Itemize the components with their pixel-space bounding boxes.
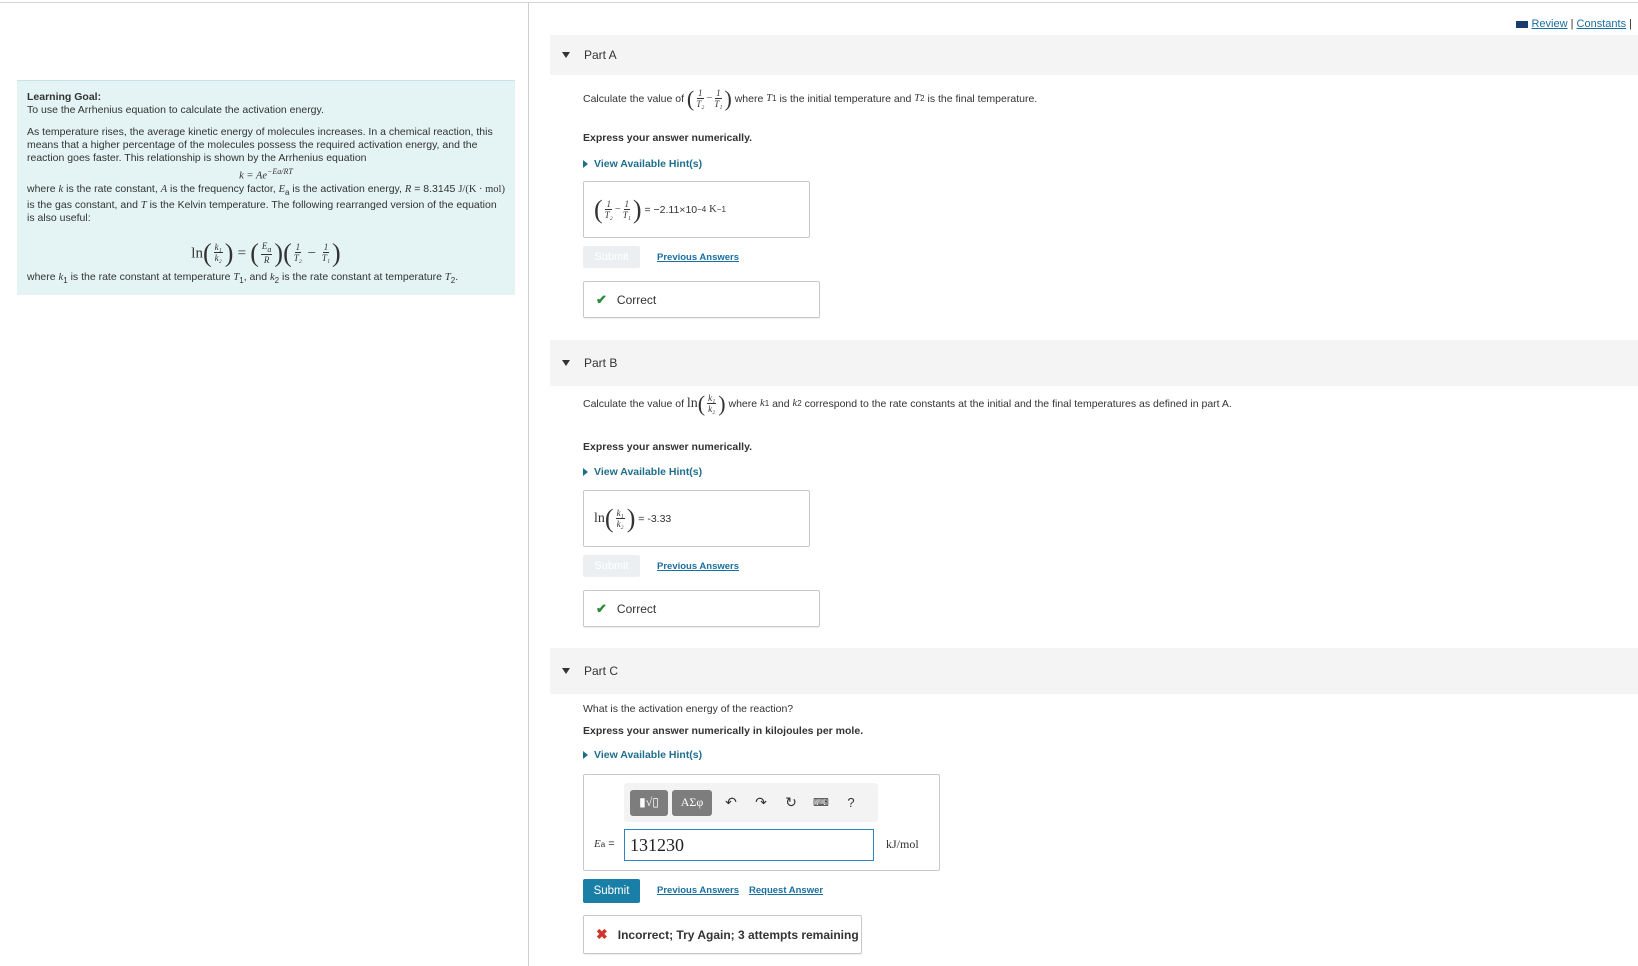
part-a-hint-toggle[interactable]: View Available Hint(s): [583, 158, 702, 170]
expand-triangle-icon: [583, 468, 588, 476]
part-c-question: What is the activation energy of the rea…: [583, 703, 794, 715]
part-a-previous-answers-link[interactable]: Previous Answers: [657, 252, 739, 263]
goal-title: Learning Goal:: [27, 91, 102, 103]
part-c-title: Part C: [584, 664, 619, 678]
goal-subtitle: To use the Arrhenius equation to calcula…: [27, 104, 324, 116]
separator: |: [1570, 18, 1574, 30]
constants-link[interactable]: Constants: [1577, 18, 1627, 30]
part-b-title: Part B: [584, 356, 618, 370]
part-c-hint-toggle[interactable]: View Available Hint(s): [583, 749, 702, 761]
part-a-header[interactable]: Part A: [550, 35, 1638, 75]
request-answer-link[interactable]: Request Answer: [749, 885, 823, 896]
math-toolbar: ▮√▯ ΑΣφ ↶ ↷ ↻ ⌨ ?: [624, 783, 878, 822]
part-a-question: Calculate the value of (1 T₂ −1 T₁) where T…: [583, 85, 1038, 111]
goal-footnote: where k1 is the rate constant at tempera…: [27, 271, 459, 286]
part-c-instructions: Express your answer numerically in kiloj…: [583, 725, 864, 737]
part-b-submit-button: Submit: [583, 555, 640, 577]
symbols-button[interactable]: ΑΣφ: [672, 789, 712, 816]
expand-triangle-icon: [583, 160, 588, 168]
x-icon: ✖: [596, 926, 608, 942]
part-a-instructions: Express your answer numerically.: [583, 132, 753, 144]
ea-label: Ea =: [594, 838, 615, 850]
learning-goal-panel: Learning Goal: To use the Arrhenius equa…: [17, 80, 515, 295]
goal-paragraph: As temperature rises, the average kineti…: [27, 126, 493, 164]
part-c-header[interactable]: Part C: [550, 648, 1638, 694]
help-icon[interactable]: ?: [836, 790, 866, 816]
goal-definitions: where k is the rate constant, A is the f…: [27, 182, 505, 224]
part-c-previous-answers-link[interactable]: Previous Answers: [657, 885, 739, 896]
keyboard-icon[interactable]: ⌨: [806, 790, 836, 816]
collapse-triangle-icon: [562, 360, 570, 366]
review-link[interactable]: Review: [1531, 18, 1567, 30]
check-icon: ✔: [596, 291, 607, 307]
part-b-answer-value: = -3.33: [638, 512, 672, 525]
separator: |: [1629, 18, 1632, 30]
part-a-answer-value: = −2.11×10: [644, 203, 698, 216]
part-b-hint-toggle[interactable]: View Available Hint(s): [583, 466, 702, 478]
activation-energy-input[interactable]: 131230: [624, 829, 874, 861]
rearranged-equation: ln(k₁ k₂) = (Ea R)(1 T₂ − 1 T₁): [191, 237, 341, 267]
arrhenius-equation: k = Ae−Ea/RT: [239, 167, 293, 182]
pane-divider[interactable]: [528, 2, 529, 966]
reset-icon[interactable]: ↻: [776, 790, 806, 816]
collapse-triangle-icon: [562, 668, 570, 674]
part-a-feedback: ✔ Correct: [583, 281, 820, 318]
check-icon: ✔: [596, 600, 607, 616]
part-a-answer-box: (1 T₂ − 1 T₁) = −2.11×10 −4 K −1: [583, 181, 810, 238]
part-c-submit-button[interactable]: Submit: [583, 879, 640, 903]
part-c-feedback: ✖ Incorrect; Try Again; 3 attempts remain…: [583, 915, 862, 954]
undo-icon[interactable]: ↶: [716, 790, 746, 816]
part-a-title: Part A: [584, 48, 617, 62]
collapse-triangle-icon: [562, 52, 570, 58]
part-b-header[interactable]: Part B: [550, 340, 1638, 386]
book-icon: [1516, 20, 1529, 28]
top-links: Review | Constants |: [1516, 18, 1632, 30]
redo-icon[interactable]: ↷: [746, 790, 776, 816]
expand-triangle-icon: [583, 751, 588, 759]
part-b-question: Calculate the value of ln(k₁ k₂) where k1…: [583, 390, 1232, 416]
part-b-instructions: Express your answer numerically.: [583, 441, 753, 453]
part-b-answer-box: ln(k₁ k₂) = -3.33: [583, 490, 810, 547]
top-border: [0, 2, 1638, 3]
part-a-submit-button: Submit: [583, 246, 640, 268]
part-b-feedback: ✔ Correct: [583, 590, 820, 627]
unit-label: kJ/mol: [886, 837, 919, 851]
part-b-previous-answers-link[interactable]: Previous Answers: [657, 561, 739, 572]
templates-button[interactable]: ▮√▯: [630, 789, 668, 816]
